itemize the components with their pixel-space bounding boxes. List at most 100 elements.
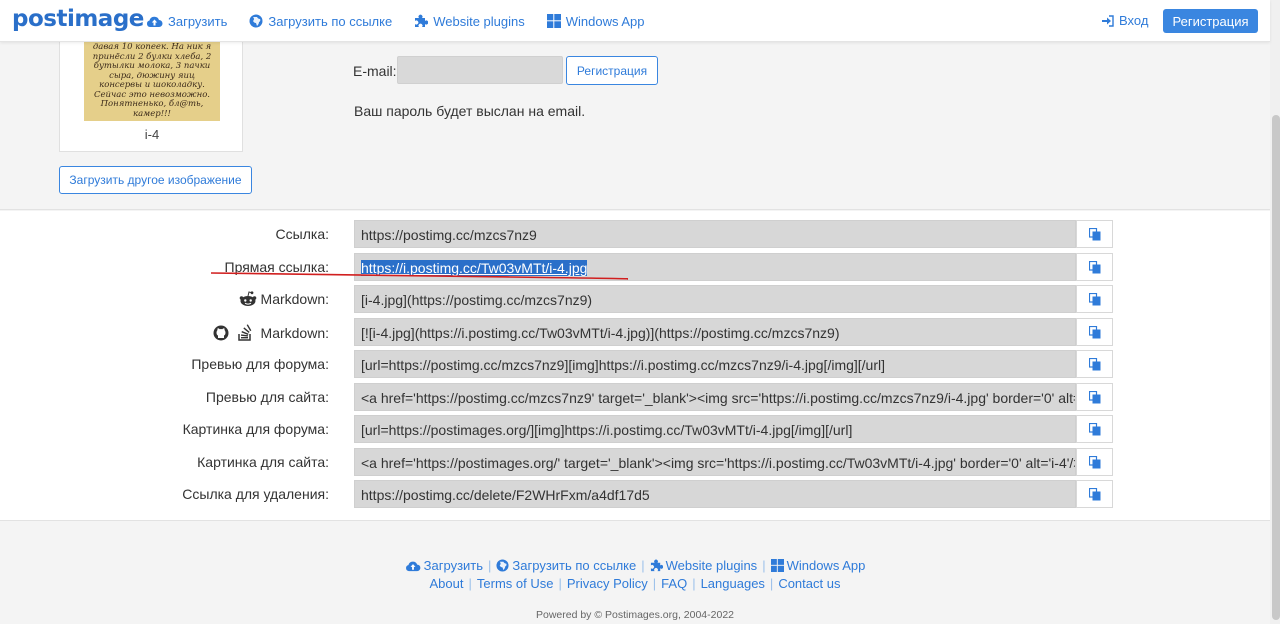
footer-website-plugins-link[interactable]: Website plugins — [650, 558, 758, 573]
puzzle-icon — [415, 14, 429, 27]
footer-privacy-link[interactable]: Privacy Policy — [567, 576, 648, 591]
site-image-row: Картинка для сайта: <a href='https://pos… — [0, 448, 1270, 476]
separator: | — [769, 576, 774, 591]
copy-icon — [1088, 487, 1100, 500]
github-icon — [213, 325, 229, 340]
markdown-github-row: Markdown: [![i-4.jpg](https://i.postimg.… — [0, 318, 1270, 346]
login-label: Вход — [1119, 13, 1149, 28]
footer-windows-app-link[interactable]: Windows App — [770, 558, 866, 573]
nav-windows-app-label: Windows App — [565, 13, 645, 29]
copy-icon — [1088, 422, 1100, 435]
red-underline-annotation — [210, 272, 628, 280]
thumbnail-caption: i-4 — [144, 127, 160, 142]
footer-upload-link[interactable]: Загрузить — [405, 558, 483, 573]
stack-overflow-icon — [237, 324, 251, 341]
upload-result-panel: давая 10 копеек. Ha ник я принёсли 2 бул… — [0, 40, 1270, 210]
main-nav: Загрузить Загрузить по ссылке Website pl… — [146, 0, 667, 42]
windows-icon — [770, 559, 784, 572]
password-note: Ваш пароль будет выслан на email. — [354, 103, 586, 119]
delete-link-row: Ссылка для удаления: https://postimg.cc/… — [0, 480, 1270, 508]
copy-button[interactable] — [1076, 253, 1113, 281]
footer-about-link[interactable]: About — [430, 576, 464, 591]
delete-link-label: Ссылка для удаления: — [182, 486, 329, 502]
separator: | — [641, 558, 645, 573]
forum-preview-field[interactable]: [url=https://postimg.cc/mzcs7nz9][img]ht… — [354, 350, 1076, 378]
separator: | — [468, 576, 472, 591]
copy-button[interactable] — [1076, 285, 1113, 313]
separator: | — [558, 576, 562, 591]
copy-icon — [1088, 390, 1100, 403]
nav-upload-label: Загрузить — [168, 13, 228, 29]
nav-website-plugins[interactable]: Website plugins — [414, 14, 525, 29]
footer-windows-app-label: Windows App — [786, 558, 866, 573]
copy-button[interactable] — [1076, 480, 1113, 508]
site-image-field[interactable]: <a href='https://postimages.org/' target… — [354, 448, 1076, 476]
footer: Загрузить | Загрузить по ссылке | Websit… — [0, 522, 1270, 624]
markdown-github-text: Markdown: — [260, 324, 329, 341]
copy-button[interactable] — [1076, 220, 1113, 248]
footer-upload-by-url-label: Загрузить по ссылке — [512, 558, 637, 573]
upload-another-button[interactable]: Загрузить другое изображение — [59, 166, 252, 194]
globe-icon — [249, 14, 263, 28]
powered-by: Powered by © Postimages.org, 2004-2022 — [535, 609, 735, 621]
link-field[interactable]: https://postimg.cc/mzcs7nz9 — [354, 220, 1076, 248]
separator: | — [762, 558, 766, 573]
sign-in-icon — [1102, 14, 1114, 27]
email-register-button[interactable]: Регистрация — [566, 56, 658, 85]
copy-button[interactable] — [1076, 415, 1113, 443]
register-button[interactable]: Регистрация — [1163, 9, 1258, 33]
email-label: E-mail: — [353, 63, 397, 79]
cloud-upload-icon — [146, 16, 163, 27]
footer-languages-link[interactable]: Languages — [701, 576, 765, 591]
separator: | — [488, 558, 492, 573]
copy-icon — [1088, 357, 1100, 370]
thumbnail-image[interactable]: давая 10 копеек. Ha ник я принёсли 2 бул… — [84, 41, 220, 121]
footer-terms-link[interactable]: Terms of Use — [477, 576, 554, 591]
share-links-panel: Ссылка: https://postimg.cc/mzcs7nz9 Прям… — [0, 211, 1270, 521]
nav-upload-by-url-label: Загрузить по ссылке — [268, 13, 393, 29]
forum-image-row: Картинка для форума: [url=https://postim… — [0, 415, 1270, 443]
separator: | — [652, 576, 657, 591]
scrollbar-thumb[interactable] — [1272, 115, 1280, 620]
forum-preview-row: Превью для форума: [url=https://postimg.… — [0, 350, 1270, 378]
markdown-reddit-field[interactable]: [i-4.jpg](https://postimg.cc/mzcs7nz9) — [354, 285, 1076, 313]
link-label: Ссылка: — [275, 226, 329, 242]
site-preview-field[interactable]: <a href='https://postimg.cc/mzcs7nz9' ta… — [354, 383, 1076, 411]
vertical-scrollbar[interactable] — [1270, 0, 1280, 624]
email-field[interactable] — [397, 56, 563, 84]
footer-links: About | Terms of Use | Privacy Policy | … — [0, 576, 1270, 591]
top-navbar: postimage Загрузить Загрузить по ссылке … — [0, 0, 1270, 42]
forum-preview-label: Превью для форума: — [191, 356, 329, 372]
markdown-reddit-label: Markdown: — [239, 291, 329, 307]
copy-button[interactable] — [1076, 318, 1113, 346]
copy-button[interactable] — [1076, 448, 1113, 476]
nav-upload[interactable]: Загрузить — [146, 14, 227, 29]
nav-windows-app[interactable]: Windows App — [546, 13, 645, 29]
copy-button[interactable] — [1076, 350, 1113, 378]
copy-icon — [1088, 455, 1100, 468]
footer-faq-link[interactable]: FAQ — [661, 576, 687, 591]
forum-image-field[interactable]: [url=https://postimages.org/][img]https:… — [354, 415, 1076, 443]
nav-upload-by-url[interactable]: Загрузить по ссылке — [249, 14, 392, 29]
separator: | — [692, 576, 696, 591]
link-row: Ссылка: https://postimg.cc/mzcs7nz9 — [0, 220, 1270, 248]
copy-button[interactable] — [1076, 383, 1113, 411]
login-link[interactable]: Вход — [1102, 13, 1148, 28]
copy-icon — [1088, 227, 1100, 240]
forum-image-label: Картинка для форума: — [182, 421, 329, 437]
site-image-label: Картинка для сайта: — [197, 454, 329, 470]
delete-link-field[interactable]: https://postimg.cc/delete/F2WHrFxm/a4df1… — [354, 480, 1076, 508]
copy-icon — [1088, 325, 1100, 338]
thumbnail-card[interactable]: давая 10 копеек. Ha ник я принёсли 2 бул… — [59, 40, 243, 152]
reddit-icon — [239, 291, 256, 306]
windows-icon — [546, 14, 561, 28]
footer-contact-link[interactable]: Contact us — [778, 576, 840, 591]
direct-link-row: Прямая ссылка: https://i.postimg.cc/Tw03… — [0, 253, 1270, 281]
postimage-logo[interactable]: postimage — [12, 6, 144, 32]
copy-icon — [1088, 292, 1100, 305]
footer-website-plugins-label: Website plugins — [665, 558, 758, 573]
footer-upload-by-url-link[interactable]: Загрузить по ссылке — [496, 558, 636, 573]
markdown-reddit-text: Markdown: — [260, 291, 329, 307]
copy-icon — [1088, 260, 1100, 273]
markdown-github-field[interactable]: [![i-4.jpg](https://i.postimg.cc/Tw03vMT… — [354, 318, 1076, 346]
